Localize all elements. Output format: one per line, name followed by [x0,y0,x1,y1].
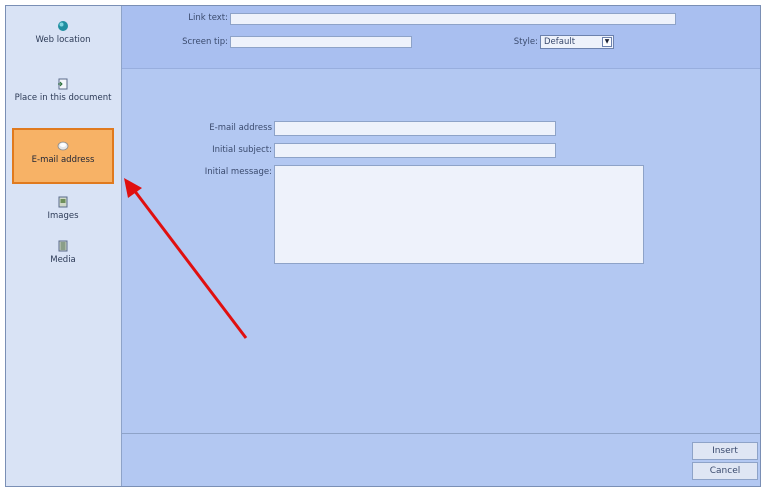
email-icon [57,141,69,151]
media-icon [58,240,68,252]
style-dropdown[interactable]: Default ▼ [540,35,614,49]
style-selected-value: Default [544,37,576,47]
cancel-button[interactable]: Cancel [692,462,758,480]
sidebar-item-label: Media [50,255,76,265]
style-label: Style: [513,37,538,47]
initial-message-label: Initial message: [204,167,272,177]
sidebar-item-web-location[interactable]: Web location [12,20,114,45]
sidebar-item-label: E-mail address [31,155,95,165]
link-text-label: Link text: [188,13,228,23]
sidebar-item-label: Place in this document [14,93,112,103]
initial-subject-input[interactable] [274,143,556,158]
sidebar-item-place-in-document[interactable]: Place in this document [12,78,114,103]
email-address-input[interactable] [274,121,556,136]
chevron-down-icon[interactable]: ▼ [602,37,612,47]
document-icon [58,78,68,90]
sidebar-item-label: Images [47,211,79,221]
link-properties-bar: Link text: Screen tip: Style: Default ▼ [122,6,760,69]
hyperlink-dialog: Web location Place in this document E-ma… [5,5,761,487]
initial-message-textarea[interactable] [274,165,644,264]
link-type-sidebar: Web location Place in this document E-ma… [6,6,122,486]
initial-subject-label: Initial subject: [212,145,272,155]
insert-button[interactable]: Insert [692,442,758,460]
sidebar-item-email-address[interactable]: E-mail address [12,128,114,184]
main-panel: Link text: Screen tip: Style: Default ▼ … [122,6,760,486]
globe-icon [58,21,68,31]
image-icon [58,196,68,208]
link-text-input[interactable] [230,13,676,25]
sidebar-item-images[interactable]: Images [12,196,114,221]
sidebar-item-label: Web location [35,35,91,45]
sidebar-item-media[interactable]: Media [12,240,114,265]
dialog-footer: Insert Cancel [122,433,760,486]
screen-tip-input[interactable] [230,36,412,48]
email-address-label: E-mail address [209,123,272,133]
screen-tip-label: Screen tip: [182,37,228,47]
